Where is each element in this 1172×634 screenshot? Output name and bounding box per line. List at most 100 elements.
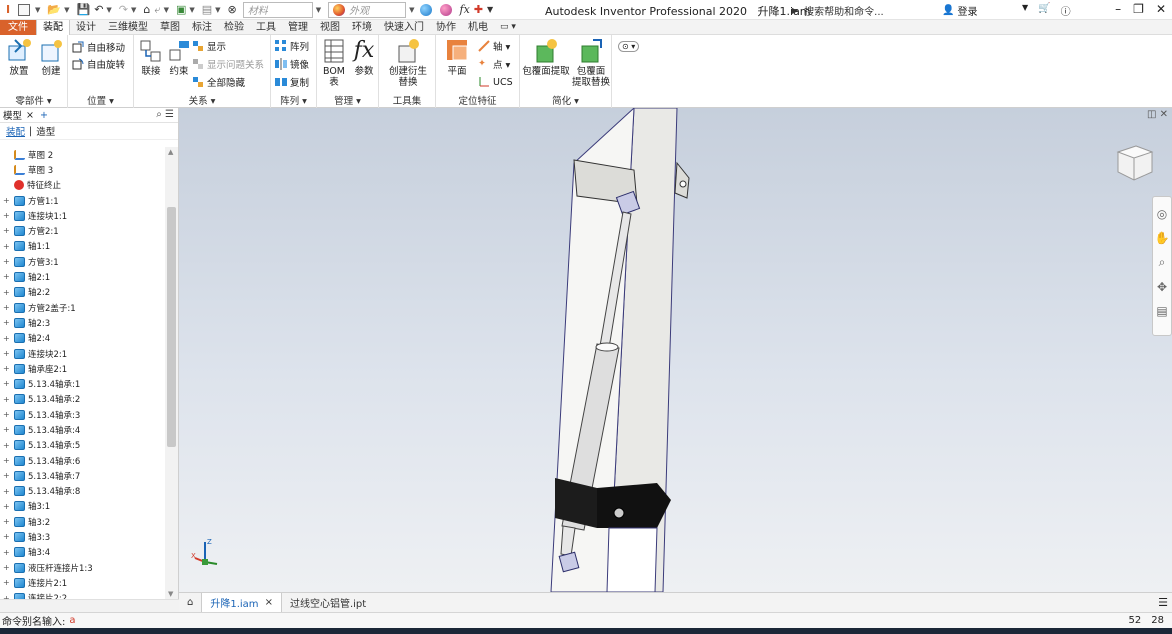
panel-position-footer[interactable]: 位置 ▾ [68,95,133,108]
lower-bearing[interactable] [558,551,580,573]
tree-item[interactable]: + 方管2:1 [0,223,165,238]
tab-sketch[interactable]: 草图 [154,20,186,35]
tab-assemble[interactable]: 装配 [36,19,70,35]
expand-icon[interactable]: + [3,441,10,449]
create-derived-button[interactable]: 创建衍生 替换 [387,38,429,88]
pan-icon[interactable]: ✋ [1153,231,1171,245]
material-dropdown-arrow-icon[interactable]: ▼ [316,6,321,14]
doc-tab[interactable]: 过线空心铝管.ipt [282,593,374,613]
cart-icon[interactable]: 🛒 [1038,3,1050,18]
tree-item[interactable]: + 方管1:1 [0,193,165,208]
tab-get-started[interactable]: 快速入门 [378,20,430,35]
copy-button[interactable]: 复制 [275,75,309,89]
help-icon[interactable]: ⓘ [1061,3,1071,18]
tab-electromechanical[interactable]: 机电 [462,20,494,35]
tree-item[interactable]: +5.13.4轴承:7 [0,468,165,483]
panel-simplification-footer[interactable]: 简化 ▾ [520,95,611,108]
assembly-model[interactable] [179,108,1172,592]
update-icon[interactable]: ▣ ▼ [174,0,200,20]
tab-tools[interactable]: 工具 [250,20,282,35]
expand-icon[interactable]: + [3,533,10,541]
tab-manage[interactable]: 管理 [282,20,314,35]
expand-icon[interactable]: + [3,502,10,510]
plus-icon[interactable]: ✚ [472,0,485,20]
tree-item[interactable]: +5.13.4轴承:4 [0,422,165,437]
bom-button[interactable]: BOM 表 [317,38,351,88]
tree-item[interactable]: +5.13.4轴承:5 [0,438,165,453]
tree-item[interactable]: 草图 2 [0,147,165,162]
free-rotate-button[interactable]: 自由旋转 [72,57,125,71]
tree-item[interactable]: + 轴3:1 [0,499,165,514]
tab-design[interactable]: 设计 [70,20,102,35]
create-button[interactable]: 创建 [34,38,68,77]
new-file-icon[interactable]: ▼ [16,0,45,20]
constrain-button[interactable]: 约束 [162,38,196,77]
tree-item[interactable]: 特征终止 [0,178,165,193]
show-button[interactable]: 显示 [192,39,226,53]
tree-item[interactable]: + 轴2:4 [0,331,165,346]
expand-icon[interactable]: + [3,227,10,235]
tree-item[interactable]: + 方管3:1 [0,254,165,269]
tree-item[interactable]: + 轴3:3 [0,529,165,544]
clear-appearance-icon[interactable]: ⊗ [226,0,239,20]
expand-icon[interactable]: + [3,472,10,480]
lower-tube[interactable] [606,527,658,592]
tree-item[interactable]: + 轴2:3 [0,315,165,330]
panel-relationships-footer[interactable]: 关系 ▾ [134,95,270,108]
point-button[interactable]: ✦ 点 ▾ [478,57,510,71]
panel-productivity-footer[interactable]: 工具集 [379,95,435,108]
expand-icon[interactable]: + [3,196,10,204]
pattern-button[interactable]: 阵列 [275,39,309,53]
expand-icon[interactable]: + [3,380,10,388]
restore-icon[interactable]: ❐ [1133,2,1144,16]
tab-overflow-icon[interactable]: ▭ ▾ [494,20,522,35]
tree-item[interactable]: + 轴3:2 [0,514,165,529]
customize-qat-icon[interactable]: ▼ [485,0,495,20]
expand-icon[interactable]: + [3,319,10,327]
tab-annotate[interactable]: 标注 [186,20,218,35]
mirror-button[interactable]: 镜像 [275,57,309,71]
hinge-block-right[interactable] [597,483,671,528]
upper-bracket[interactable] [674,161,690,199]
tree-item[interactable]: + 轴承座2:1 [0,361,165,376]
tree-item[interactable]: + 轴2:1 [0,269,165,284]
tab-file[interactable]: 文件 [0,19,36,35]
expand-icon[interactable]: + [3,242,10,250]
tree-item[interactable]: +5.13.4轴承:3 [0,407,165,422]
ribbon-options-button[interactable]: ⊙ ▾ [618,39,640,53]
steering-wheel-icon[interactable]: ◎ [1153,207,1171,221]
expand-icon[interactable]: + [3,273,10,281]
panel-manage-footer[interactable]: 管理 ▾ [317,95,378,108]
tab-environments[interactable]: 环境 [346,20,378,35]
tree-item[interactable]: + 轴2:2 [0,285,165,300]
expand-icon[interactable]: + [3,579,10,587]
zoom-icon[interactable]: ⌕ [1153,255,1171,270]
doc-tabs-menu-icon[interactable]: ☰ [1158,596,1168,609]
tab-collaborate[interactable]: 协作 [430,20,462,35]
tree-scroll-thumb[interactable] [167,207,176,447]
plane-button[interactable]: 平面 [440,38,474,77]
tree-item[interactable]: + 连接块2:1 [0,346,165,361]
tree-item[interactable]: +5.13.4轴承:2 [0,392,165,407]
expand-icon[interactable]: + [3,288,10,296]
tree-item[interactable]: +5.13.4轴承:1 [0,376,165,391]
shrinkwrap-substitute-button[interactable]: 包覆面 提取替换 [570,38,612,88]
tree-item[interactable]: + 轴3:4 [0,545,165,560]
tab-inspect[interactable]: 检验 [218,20,250,35]
graphics-viewport[interactable]: ◫ ✕ ◎ ✋ ⌕ ✥ ▤ Z X [179,108,1172,592]
expand-icon[interactable]: + [3,426,10,434]
material-dropdown[interactable]: 材料 [242,1,313,18]
tree-horizontal-scrollbar[interactable] [0,599,179,612]
expand-icon[interactable]: + [3,303,10,311]
expand-icon[interactable]: + [3,334,10,342]
expand-icon[interactable]: + [3,365,10,373]
open-file-icon[interactable]: 📂 ▼ [45,0,74,20]
shrinkwrap-button[interactable]: 包覆面提取 [522,38,570,77]
scroll-up-icon[interactable]: ▲ [168,148,173,156]
browser-search-icon[interactable]: ⌕ ☰ [156,109,174,120]
expand-icon[interactable]: + [3,411,10,419]
select-icon[interactable]: ⤶ ▼ [152,0,174,20]
expand-icon[interactable]: + [3,212,10,220]
expand-icon[interactable]: + [3,487,10,495]
tree-item[interactable]: +连接片2:2 [0,591,165,599]
